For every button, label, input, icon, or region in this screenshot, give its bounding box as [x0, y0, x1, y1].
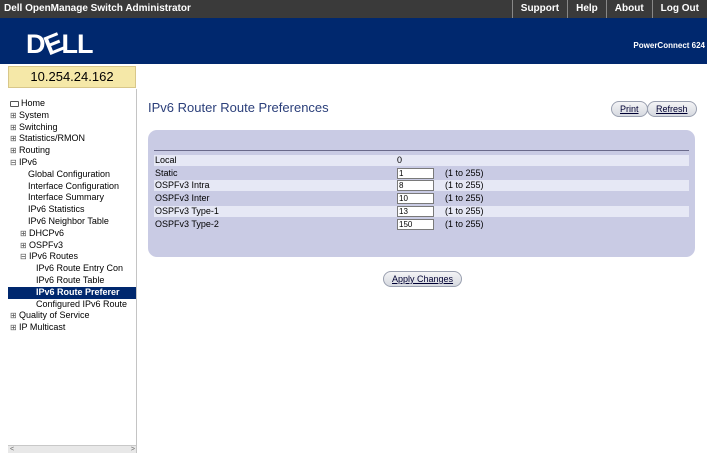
- sidebar-item[interactable]: ⊞ System: [8, 109, 136, 122]
- preference-row: OSPFv3 Type-2 (1 to 255): [154, 218, 689, 230]
- sidebar-item-label: DHCPv6: [29, 227, 65, 238]
- sidebar-item-label: Switching: [19, 121, 58, 132]
- expand-icon[interactable]: ⊞: [10, 122, 19, 134]
- sidebar-item[interactable]: Interface Configuration: [8, 180, 136, 193]
- expand-icon[interactable]: ⊞: [20, 240, 29, 252]
- preference-row: Static (1 to 255): [154, 167, 689, 179]
- dell-logo: DELL: [26, 26, 94, 62]
- about-link[interactable]: About: [605, 0, 652, 18]
- apply-changes-button[interactable]: Apply Changes: [383, 271, 463, 287]
- sidebar-item-label: Global Configuration: [28, 168, 111, 179]
- range-hint: (1 to 255): [445, 180, 484, 191]
- sidebar-item[interactable]: ⊞ IP Multicast: [8, 322, 136, 334]
- collapse-icon[interactable]: ⊟: [10, 157, 19, 169]
- sidebar-item-label: IP Multicast: [19, 322, 66, 333]
- sidebar-item[interactable]: IPv6 Route Table: [8, 274, 136, 287]
- top-links: Support Help About Log Out: [511, 0, 707, 18]
- range-hint: (1 to 255): [445, 205, 484, 216]
- sidebar-item[interactable]: Interface Summary: [8, 192, 136, 204]
- preference-label: OSPFv3 Type-1: [155, 205, 219, 216]
- logout-link[interactable]: Log Out: [651, 0, 707, 18]
- sidebar-horizontal-scrollbar[interactable]: < >: [8, 445, 136, 453]
- sidebar-item-label: IPv6 Statistics: [28, 204, 85, 215]
- product-model: PowerConnect 624: [633, 41, 705, 50]
- sidebar-item-label: IPv6 Route Preferer: [36, 286, 120, 297]
- sidebar-item-label: Interface Configuration: [28, 180, 120, 191]
- preference-input[interactable]: [397, 180, 434, 192]
- preference-input[interactable]: [397, 218, 434, 230]
- sidebar-item[interactable]: IPv6 Neighbor Table: [8, 215, 136, 228]
- preference-label: OSPFv3 Type-2: [155, 218, 219, 229]
- device-ip-address: 10.254.24.162: [8, 66, 136, 88]
- sidebar-item-label: Quality of Service: [19, 310, 90, 321]
- expand-icon[interactable]: ⊞: [10, 322, 19, 334]
- page-title: IPv6 Router Route Preferences: [148, 100, 329, 115]
- preference-label: Static: [155, 167, 178, 178]
- help-link[interactable]: Help: [567, 0, 606, 18]
- preference-label: OSPFv3 Inter: [155, 193, 210, 204]
- preference-input[interactable]: [397, 167, 434, 179]
- brand-bar: DELL PowerConnect 624: [0, 18, 707, 64]
- support-link[interactable]: Support: [511, 0, 567, 18]
- sidebar-item[interactable]: IPv6 Statistics: [8, 204, 136, 216]
- sidebar-item-label: IPv6 Route Table: [36, 274, 105, 285]
- sidebar-item[interactable]: ⊞ Routing: [8, 145, 136, 157]
- top-bar: Dell OpenManage Switch Administrator Sup…: [0, 0, 707, 18]
- print-button[interactable]: Print: [611, 101, 648, 117]
- range-hint: (1 to 255): [445, 193, 484, 204]
- preference-row: OSPFv3 Intra (1 to 255): [154, 180, 689, 192]
- preference-label: OSPFv3 Intra: [155, 180, 210, 191]
- sidebar-item-label: IPv6 Routes: [29, 251, 79, 262]
- scroll-right-arrow[interactable]: >: [131, 446, 135, 453]
- sidebar-item[interactable]: IPv6 Route Preferer: [8, 286, 136, 299]
- header-rule: [154, 150, 689, 151]
- preference-row: Local 0: [154, 155, 689, 166]
- sidebar-item[interactable]: ⊞ Statistics/RMON: [8, 133, 136, 145]
- range-hint: (1 to 255): [445, 167, 484, 178]
- sidebar-item[interactable]: ⊞ Switching: [8, 121, 136, 134]
- route-preferences-panel: Local 0 Static (1 to 255) OSPFv3 Intra (1 to …: [148, 130, 695, 257]
- sidebar-item[interactable]: Home: [8, 98, 136, 110]
- sidebar-item-label: IPv6 Route Entry Con: [36, 263, 124, 274]
- expand-icon[interactable]: ⊞: [10, 310, 19, 322]
- scroll-left-arrow[interactable]: <: [10, 446, 14, 453]
- expand-icon[interactable]: ⊞: [10, 145, 19, 157]
- expand-icon[interactable]: ⊞: [10, 110, 19, 122]
- refresh-button[interactable]: Refresh: [647, 101, 697, 117]
- preference-row: OSPFv3 Type-1 (1 to 255): [154, 205, 689, 217]
- sidebar-item[interactable]: ⊟ IPv6: [8, 156, 136, 169]
- sidebar-item-label: Home: [21, 98, 46, 108]
- preference-label: Local: [155, 155, 177, 165]
- preference-input[interactable]: [397, 205, 434, 217]
- sidebar-item-label: System: [19, 109, 50, 120]
- sidebar-item-label: Routing: [19, 145, 51, 156]
- sidebar-item[interactable]: IPv6 Route Entry Con: [8, 263, 136, 275]
- sidebar-item-label: Statistics/RMON: [19, 133, 86, 144]
- sidebar-item-label: OSPFv3: [29, 239, 64, 250]
- sidebar-item[interactable]: Configured IPv6 Route: [8, 298, 136, 311]
- sidebar-item-label: Configured IPv6 Route: [36, 298, 128, 309]
- sidebar-item[interactable]: ⊞ Quality of Service: [8, 310, 136, 322]
- ip-strip: 10.254.24.162: [0, 64, 707, 89]
- preference-input[interactable]: [397, 193, 434, 205]
- sidebar-item-label: IPv6: [19, 156, 38, 167]
- sidebar-item[interactable]: ⊟ IPv6 Routes: [8, 251, 136, 263]
- preference-row: OSPFv3 Inter (1 to 255): [154, 193, 689, 205]
- sidebar-item-label: Interface Summary: [28, 192, 105, 203]
- sidebar-item[interactable]: Global Configuration: [8, 168, 136, 181]
- nav-sidebar: Home ⊞ System ⊞ Switching ⊞ Statistics/RMON ⊞ Ro…: [8, 89, 137, 453]
- preference-value: 0: [397, 155, 403, 165]
- sidebar-item-label: IPv6 Neighbor Table: [28, 215, 109, 226]
- app-title: Dell OpenManage Switch Administrator: [4, 3, 191, 14]
- expand-icon[interactable]: ⊞: [10, 133, 19, 145]
- home-icon: [10, 100, 19, 107]
- collapse-icon[interactable]: ⊟: [20, 251, 29, 263]
- sidebar-item[interactable]: ⊞ OSPFv3: [8, 239, 136, 252]
- expand-icon[interactable]: ⊞: [20, 228, 29, 240]
- sidebar-item[interactable]: ⊞ DHCPv6: [8, 227, 136, 240]
- range-hint: (1 to 255): [445, 218, 484, 229]
- nav-tree: Home ⊞ System ⊞ Switching ⊞ Statistics/RMON ⊞ Ro…: [8, 98, 136, 334]
